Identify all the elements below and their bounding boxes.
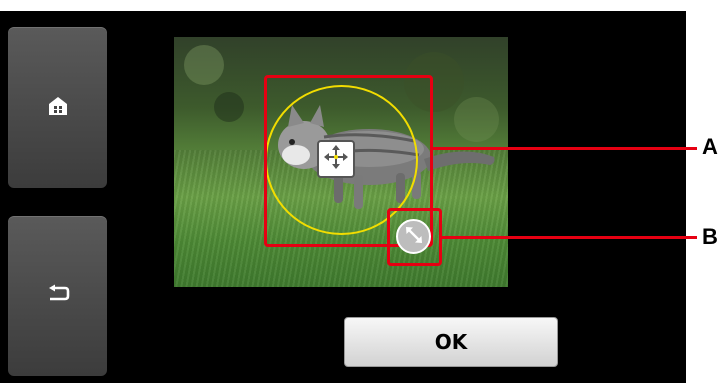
home-button[interactable] xyxy=(8,27,107,188)
callout-b-label: B xyxy=(702,224,718,249)
home-icon xyxy=(47,95,69,121)
ok-button[interactable]: OK xyxy=(344,317,558,367)
callout-a-leader-line xyxy=(433,147,697,150)
back-button[interactable] xyxy=(8,216,107,376)
move-arrows-icon xyxy=(323,144,349,174)
resize-handle[interactable] xyxy=(396,219,431,254)
back-arrow-icon xyxy=(46,284,70,308)
callout-a-label: A xyxy=(702,134,718,159)
move-handle[interactable] xyxy=(317,140,355,178)
callout-b-leader-line xyxy=(442,236,697,239)
resize-arrow-icon xyxy=(403,224,425,250)
